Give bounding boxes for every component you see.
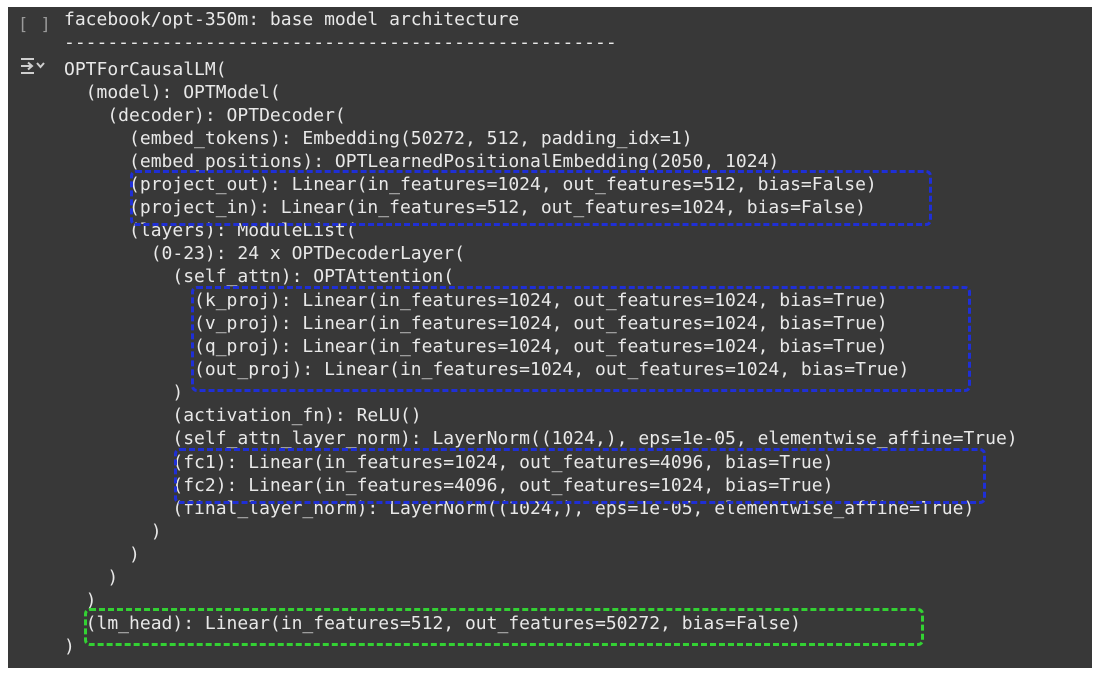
code-line: ----------------------------------------… <box>64 32 617 53</box>
code-line: (project_out): Linear(in_features=1024, … <box>64 174 877 195</box>
code-line: facebook/opt-350m: base model architectu… <box>64 9 520 30</box>
code-line: (v_proj): Linear(in_features=1024, out_f… <box>64 313 888 334</box>
code-line: OPTForCausalLM( <box>64 59 227 80</box>
code-line: (lm_head): Linear(in_features=512, out_f… <box>64 613 801 634</box>
code-line: (q_proj): Linear(in_features=1024, out_f… <box>64 336 888 357</box>
code-line: (k_proj): Linear(in_features=1024, out_f… <box>64 290 888 311</box>
code-line: (self_attn_layer_norm): LayerNorm((1024,… <box>64 428 1018 449</box>
code-line: ) <box>64 567 119 588</box>
code-line: (out_proj): Linear(in_features=1024, out… <box>64 359 910 380</box>
code-line: (0-23): 24 x OPTDecoderLayer( <box>64 243 465 264</box>
code-line: (project_in): Linear(in_features=512, ou… <box>64 197 866 218</box>
code-line: ) <box>64 544 140 565</box>
run-cell-bracket[interactable]: [ ] <box>18 15 52 35</box>
output-options-icon[interactable] <box>18 55 46 77</box>
code-line: (fc2): Linear(in_features=4096, out_feat… <box>64 475 834 496</box>
code-line: ) <box>64 636 75 657</box>
code-line: (embed_positions): OPTLearnedPositionalE… <box>64 151 780 172</box>
code-line: (model): OPTModel( <box>64 82 281 103</box>
code-line: (decoder): OPTDecoder( <box>64 105 346 126</box>
code-line: (fc1): Linear(in_features=1024, out_feat… <box>64 452 834 473</box>
notebook-output-cell: [ ] facebook/opt-350m: base model archit… <box>8 7 1092 668</box>
code-line: (final_layer_norm): LayerNorm((1024,), e… <box>64 498 975 519</box>
code-line: ) <box>64 590 97 611</box>
code-line: ) <box>64 521 162 542</box>
code-line: (embed_tokens): Embedding(50272, 512, pa… <box>64 128 693 149</box>
code-line: (self_attn): OPTAttention( <box>64 266 455 287</box>
code-line: (layers): ModuleList( <box>64 220 357 241</box>
code-line: ) <box>64 382 184 403</box>
code-line: (activation_fn): ReLU() <box>64 405 422 426</box>
